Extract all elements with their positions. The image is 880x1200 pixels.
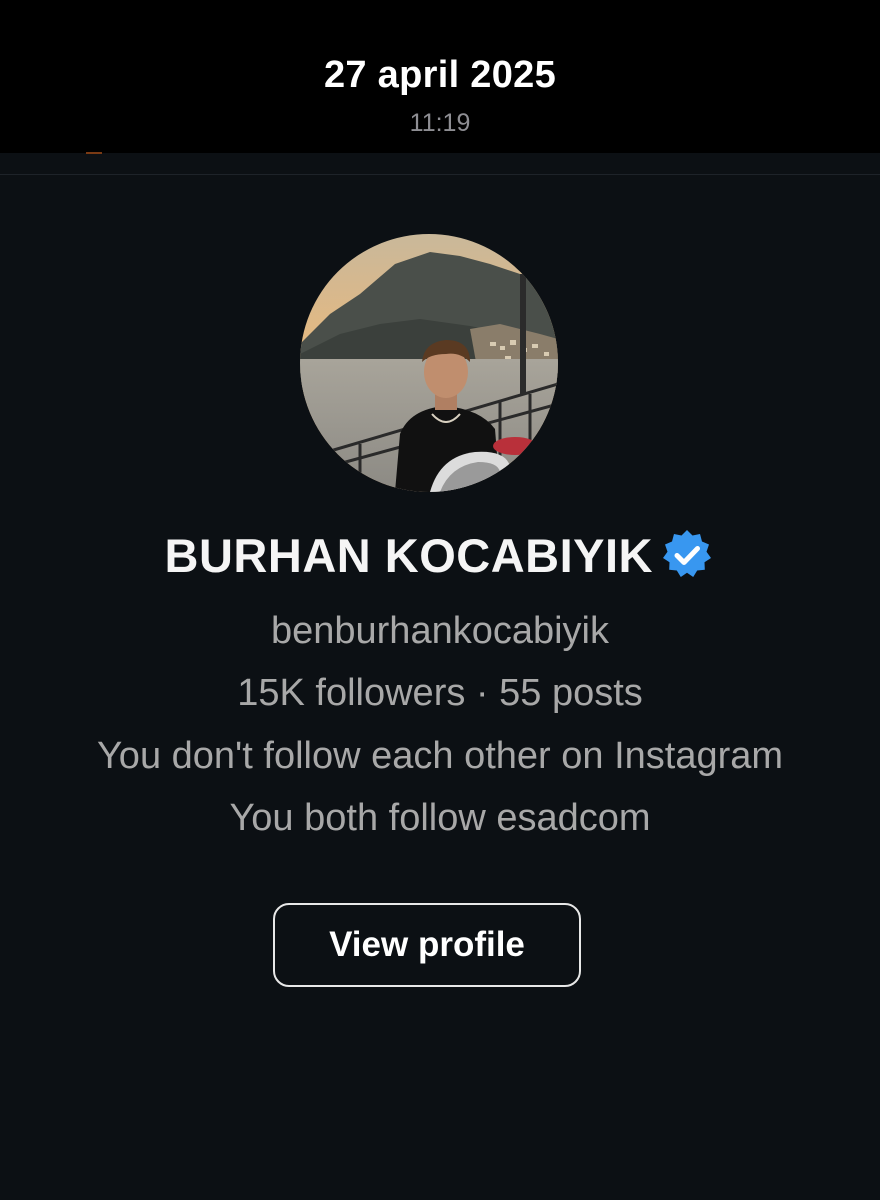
profile-username: benburhankocabiyik — [270, 610, 609, 652]
profile-photo-icon — [300, 234, 558, 492]
profile-avatar[interactable] — [300, 234, 558, 492]
profile-name-row: BURHAN KOCABIYIK — [0, 527, 880, 583]
message-timestamp-header: 27 april 2025 11:19 — [0, 0, 880, 153]
screen: 27 april 2025 11:19 BURHAN KOCABIYIK ben… — [0, 0, 880, 1200]
timestamp-time: 11:19 — [409, 109, 471, 137]
divider — [0, 174, 880, 175]
verified-badge-icon — [663, 530, 712, 577]
follow-status-text: You don't follow each other on Instagram — [96, 735, 784, 777]
timestamp-date: 27 april 2025 — [323, 54, 557, 96]
profile-stats: 15K followers · 55 posts — [237, 672, 643, 714]
decorative-tick — [86, 152, 102, 154]
mutual-follow-text: You both follow esadcom — [229, 797, 651, 839]
profile-name: BURHAN KOCABIYIK — [164, 528, 653, 582]
view-profile-button[interactable]: View profile — [273, 903, 581, 987]
